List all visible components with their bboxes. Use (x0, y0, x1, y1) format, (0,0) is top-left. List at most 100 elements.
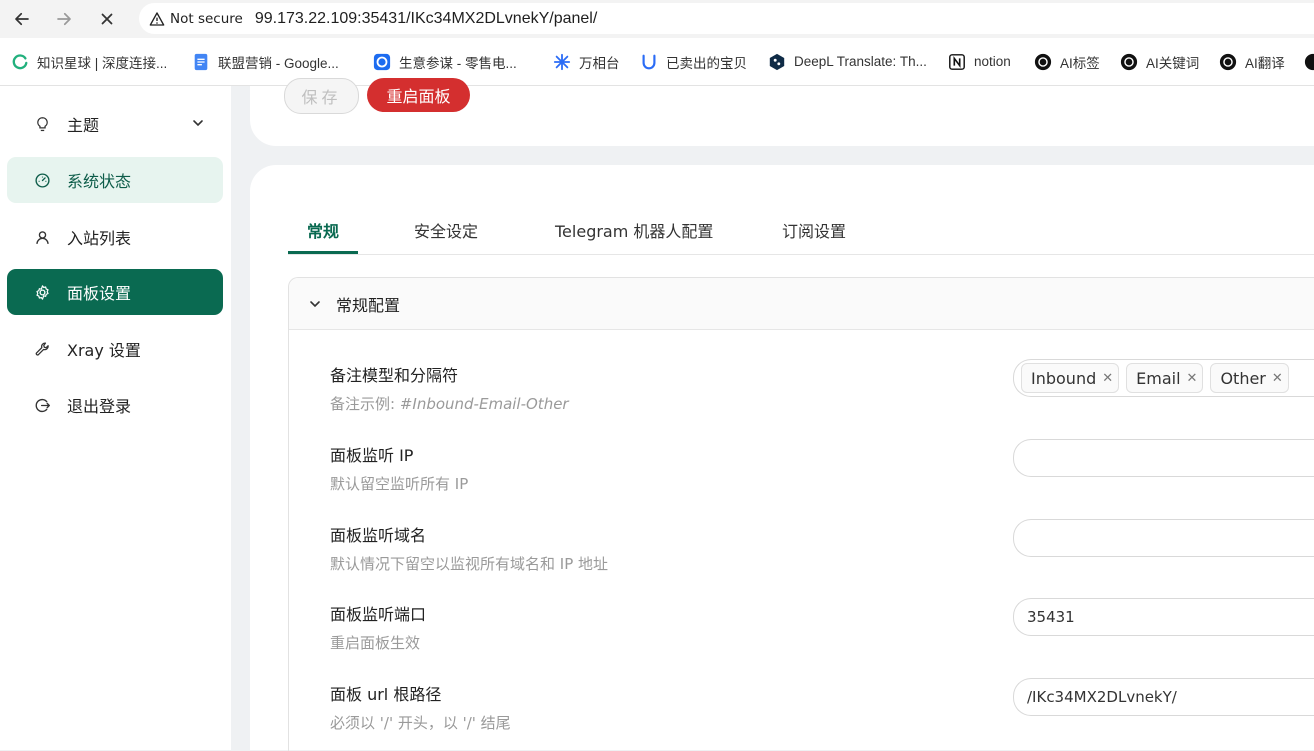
url-base-path-input[interactable]: /IKc34MX2DLvnekY/ (1013, 678, 1314, 716)
url-text[interactable]: 99.173.22.109:35431/IKc34MX2DLvnekY/pane… (255, 10, 597, 28)
wrench-icon (33, 340, 51, 358)
bookmark-ai-keywords[interactable]: AI关键词 (1120, 38, 1199, 85)
sidebar-item-xray-settings[interactable]: Xray 设置 (7, 326, 223, 372)
save-button[interactable]: 保存 (284, 78, 359, 114)
sidebar-item-label: 主题 (67, 116, 100, 135)
bookmarks-bar: 知识星球 | 深度连接... 联盟营销 - Google... 生意参谋 - 零… (0, 38, 1314, 86)
bookmark-label: 生意参谋 - 零售电... (399, 55, 517, 71)
sidebar-item-label: 入站列表 (67, 229, 132, 248)
listen-ip-input[interactable] (1013, 439, 1314, 477)
bookmark-label: AI关键词 (1146, 55, 1200, 71)
tab-general[interactable]: 常规 (307, 208, 339, 252)
close-icon[interactable]: ✕ (1187, 371, 1198, 386)
bookmark-ai-translate[interactable]: AI翻译 (1219, 38, 1285, 85)
bookmark-taobao[interactable]: 已卖出的宝贝 (640, 38, 747, 85)
bookmark-label: AI翻译 (1245, 55, 1285, 71)
section-title: 常规配置 (336, 295, 401, 315)
tag-label: Email (1136, 368, 1181, 388)
setting-label: 备注模型和分隔符 (330, 366, 459, 385)
tag-label: Other (1220, 368, 1266, 388)
browser-toolbar: Not secure 99.173.22.109:35431/IKc34MX2D… (0, 0, 1314, 38)
tab-telegram-bot[interactable]: Telegram 机器人配置 (555, 208, 713, 252)
general-config-header[interactable]: 常规配置 (289, 278, 1314, 330)
chevron-down-icon (193, 120, 203, 127)
sidebar-item-system-status[interactable]: 系统状态 (7, 157, 223, 203)
warning-icon (149, 11, 165, 26)
bookmark-zsxq[interactable]: 知识星球 | 深度连接... (11, 38, 167, 85)
desc-example: #Inbound-Email-Other (399, 395, 569, 413)
setting-listen-port: 面板监听端口 重启面板生效 35431 (330, 598, 1314, 671)
restart-panel-button[interactable]: 重启面板 (367, 78, 470, 112)
tab-subscription[interactable]: 订阅设置 (782, 208, 846, 252)
setting-description: 重启面板生效 (330, 634, 421, 652)
setting-label: 面板 url 根路径 (330, 685, 442, 704)
google-docs-icon (192, 53, 210, 71)
setting-url-base-path: 面板 url 根路径 必须以 '/' 开头，以 '/' 结尾 /IKc34MX2… (330, 678, 1314, 751)
tag-inbound: Inbound ✕ (1021, 363, 1120, 393)
sidebar-item-label: 退出登录 (67, 397, 132, 416)
sidebar-item-label: 面板设置 (67, 284, 132, 303)
bookmark-ai-tags[interactable]: AI标签 (1034, 38, 1100, 85)
openai-icon (1120, 53, 1138, 71)
notion-icon (948, 53, 966, 71)
sidebar-item-panel-settings[interactable]: 面板设置 (7, 269, 223, 315)
sidebar-item-label: Xray 设置 (67, 341, 141, 360)
sidebar-item-inbounds[interactable]: 入站列表 (7, 214, 223, 260)
tag-email: Email ✕ (1126, 363, 1204, 393)
setting-listen-domain: 面板监听域名 默认情况下留空以监视所有域名和 IP 地址 (330, 519, 1314, 592)
settings-tabs: 常规 安全设定 Telegram 机器人配置 订阅设置 (288, 208, 1314, 255)
bookmark-overflow[interactable] (1304, 38, 1314, 85)
bookmark-label: AI标签 (1060, 55, 1100, 71)
user-icon (33, 228, 51, 246)
active-tab-indicator (288, 251, 358, 254)
setting-description: 备注示例: #Inbound-Email-Other (330, 393, 569, 414)
sidebar: 主题 系统状态 入站列表 面板设置 Xray 设置 退出登录 (0, 86, 231, 750)
field-value: /IKc34MX2DLvnekY/ (1027, 688, 1177, 706)
bookmark-label: 万相台 (579, 55, 620, 71)
tag-other: Other ✕ (1210, 363, 1289, 393)
openai-icon (1304, 53, 1314, 71)
setting-remark-model: 备注模型和分隔符 备注示例: #Inbound-Email-Other Inbo… (330, 359, 1314, 432)
stop-loading-icon[interactable] (95, 7, 119, 31)
openai-icon (1219, 53, 1237, 71)
sidebar-item-logout[interactable]: 退出登录 (7, 382, 223, 428)
chevron-down-icon (310, 300, 320, 307)
sidebar-item-label: 系统状态 (67, 172, 132, 191)
gear-icon (33, 283, 51, 301)
forward-icon[interactable] (52, 7, 76, 31)
bookmark-label: DeepL Translate: Th... (794, 54, 927, 69)
logout-icon (33, 396, 51, 414)
bookmark-label: 联盟营销 - Google... (218, 55, 339, 71)
setting-description: 默认留空监听所有 IP (330, 475, 469, 493)
setting-description: 默认情况下留空以监视所有域名和 IP 地址 (330, 555, 609, 573)
bookmark-label: 知识星球 | 深度连接... (37, 55, 168, 71)
setting-description: 必须以 '/' 开头，以 '/' 结尾 (330, 714, 511, 732)
deepl-icon (768, 53, 786, 71)
bulb-icon (33, 115, 51, 133)
security-indicator[interactable]: Not secure (149, 11, 243, 27)
listen-domain-input[interactable] (1013, 519, 1314, 557)
tab-security[interactable]: 安全设定 (414, 208, 478, 252)
listen-port-input[interactable]: 35431 (1013, 598, 1314, 636)
shengyi-icon (373, 53, 391, 71)
dashboard-icon (33, 171, 51, 189)
bookmark-deepl[interactable]: DeepL Translate: Th... (768, 38, 927, 85)
tag-label: Inbound (1031, 368, 1097, 388)
field-value: 35431 (1027, 608, 1075, 626)
address-bar[interactable]: Not secure 99.173.22.109:35431/IKc34MX2D… (139, 3, 1314, 34)
openai-icon (1034, 53, 1052, 71)
security-label: Not secure (170, 10, 243, 27)
bookmark-label: notion (974, 54, 1011, 69)
remark-tags-select[interactable]: Inbound ✕ Email ✕ Other ✕ (1013, 359, 1314, 397)
back-icon[interactable] (10, 7, 34, 31)
bookmark-wanxiang[interactable]: 万相台 (553, 38, 620, 85)
setting-label: 面板监听 IP (330, 446, 414, 465)
setting-listen-ip: 面板监听 IP 默认留空监听所有 IP (330, 439, 1314, 512)
close-icon[interactable]: ✕ (1102, 371, 1113, 386)
close-icon[interactable]: ✕ (1272, 371, 1283, 386)
bookmark-notion[interactable]: notion (948, 38, 1011, 85)
setting-label: 面板监听端口 (330, 605, 427, 624)
desc-prefix: 备注示例: (330, 395, 400, 413)
sidebar-item-theme[interactable]: 主题 (7, 101, 223, 147)
wanxiang-icon (553, 53, 571, 71)
